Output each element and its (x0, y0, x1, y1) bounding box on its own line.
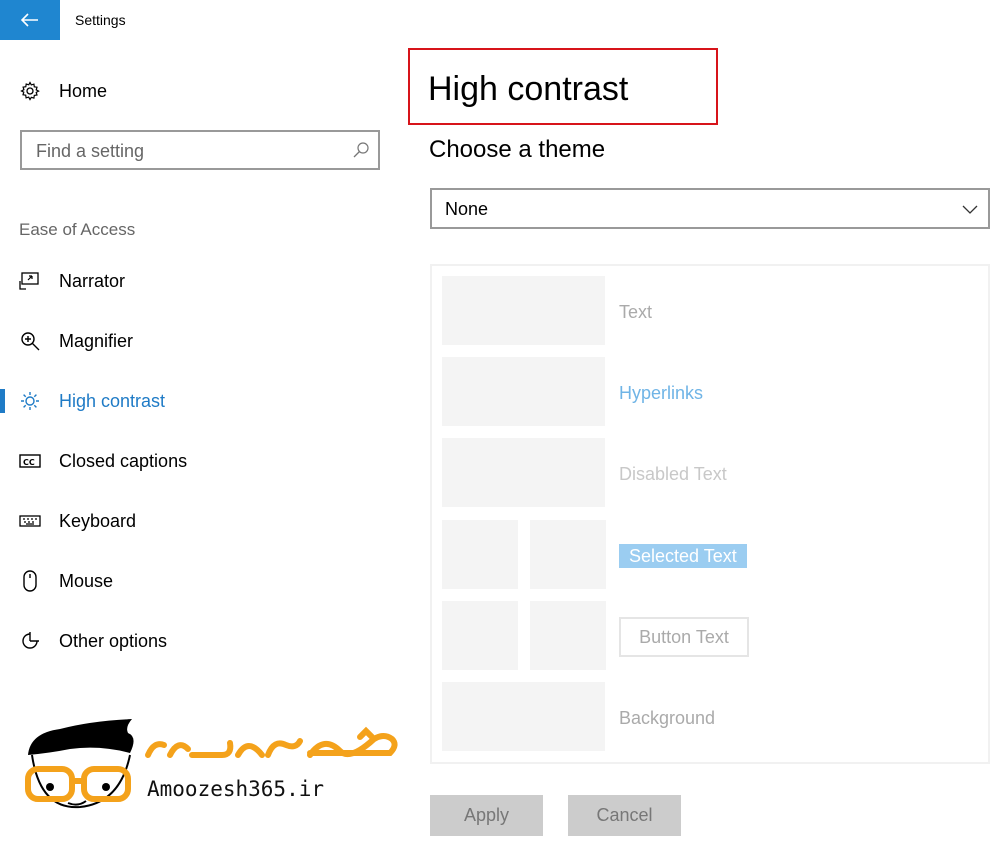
preview-hyperlinks-label: Hyperlinks (619, 383, 704, 403)
button-text-fg-swatch[interactable] (442, 601, 518, 670)
section-title: Ease of Access (19, 220, 136, 239)
cc-icon: CC (19, 450, 41, 472)
page-title-highlight: High contrast (408, 48, 718, 125)
sidebar-item-other-options[interactable]: Other options (0, 619, 400, 663)
preview-background-label: Background (619, 708, 716, 728)
search-placeholder: Find a setting (36, 141, 145, 161)
sidebar-item-label: High contrast (59, 390, 166, 411)
back-button[interactable] (0, 0, 60, 40)
magnifier-icon (19, 330, 41, 352)
sidebar-item-home[interactable]: Home (0, 69, 400, 113)
search-icon (353, 142, 369, 158)
preview-button-text-label: Button Text (619, 617, 749, 657)
sidebar-item-label: Other options (59, 630, 168, 651)
keyboard-icon (19, 510, 41, 532)
watermark-logo: Amoozesh365.ir (20, 715, 420, 810)
apply-button[interactable]: Apply (430, 795, 543, 836)
theme-dropdown-value: None (445, 199, 489, 219)
sidebar-item-label: Narrator (59, 270, 126, 291)
sidebar-item-narrator[interactable]: Narrator (0, 259, 400, 303)
background-color-swatch[interactable] (442, 682, 605, 751)
sidebar-item-mouse[interactable]: Mouse (0, 559, 400, 603)
other-options-icon (19, 630, 41, 652)
narrator-icon (19, 270, 41, 292)
sidebar-item-magnifier[interactable]: Magnifier (0, 319, 400, 363)
title-bar: Settings (0, 0, 998, 40)
sidebar-item-label: Closed captions (59, 450, 188, 471)
selected-text-bg-swatch[interactable] (530, 520, 606, 589)
search-input[interactable]: Find a setting (20, 130, 380, 170)
svg-text:CC: CC (23, 458, 35, 467)
selected-text-fg-swatch[interactable] (442, 520, 518, 589)
cancel-button[interactable]: Cancel (568, 795, 681, 836)
brightness-icon (19, 390, 41, 412)
mouse-icon (19, 570, 41, 592)
watermark-text: Amoozesh365.ir (147, 777, 325, 801)
sidebar-item-closed-captions[interactable]: CC Closed captions (0, 439, 400, 483)
hyperlink-color-swatch[interactable] (442, 357, 605, 426)
disabled-text-color-swatch[interactable] (442, 438, 605, 507)
gear-icon (19, 80, 41, 102)
sidebar-item-keyboard[interactable]: Keyboard (0, 499, 400, 543)
window-title: Settings (75, 12, 126, 28)
back-arrow-icon (21, 13, 38, 27)
sidebar-item-label: Keyboard (59, 510, 137, 531)
active-indicator (0, 389, 5, 413)
sidebar-item-label: Mouse (59, 570, 114, 591)
preview-disabled-text-label: Disabled Text (619, 464, 727, 484)
button-text-bg-swatch[interactable] (530, 601, 606, 670)
theme-preview-panel: Text Hyperlinks Disabled Text Selected T… (430, 264, 990, 764)
choose-theme-heading: Choose a theme (429, 136, 606, 163)
sidebar-item-high-contrast[interactable]: High contrast (0, 379, 400, 423)
text-color-swatch[interactable] (442, 276, 605, 345)
sidebar-item-label: Home (59, 80, 108, 101)
preview-text-label: Text (619, 302, 653, 322)
sidebar-item-label: Magnifier (59, 330, 134, 351)
chevron-down-icon (962, 205, 978, 214)
preview-selected-text-label: Selected Text (619, 544, 747, 568)
theme-dropdown[interactable]: None (430, 188, 990, 229)
page-title: High contrast (428, 70, 629, 108)
